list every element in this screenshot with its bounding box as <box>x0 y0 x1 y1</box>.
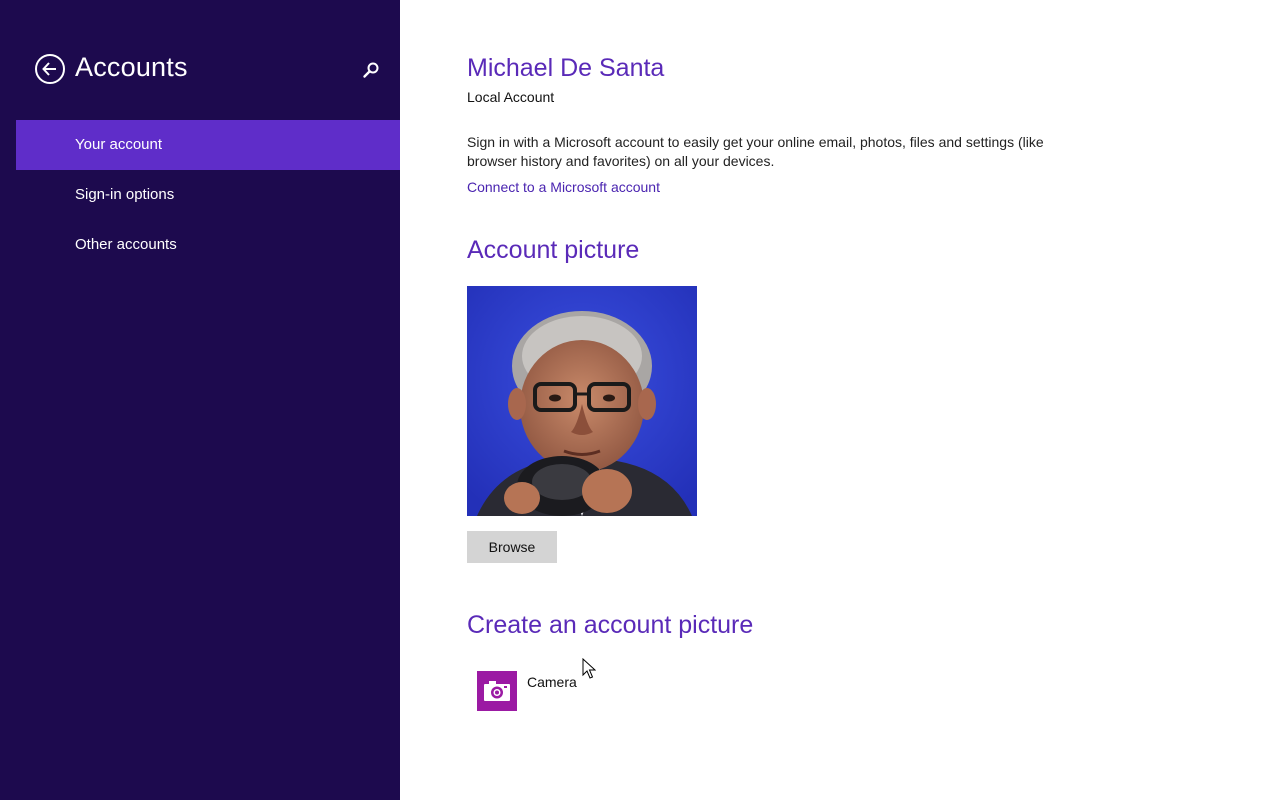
sidebar-item-label: Your account <box>75 136 163 153</box>
sidebar-nav: Your account Sign-in options Other accou… <box>16 120 400 270</box>
account-picture <box>467 286 697 516</box>
create-account-picture-heading: Create an account picture <box>467 611 754 639</box>
back-arrow-icon[interactable] <box>35 54 65 84</box>
camera-app-label[interactable]: Camera <box>527 674 577 690</box>
camera-icon <box>484 681 510 701</box>
sidebar-item-sign-in-options[interactable]: Sign-in options <box>16 170 400 220</box>
camera-app-tile[interactable] <box>477 671 517 711</box>
sidebar-item-label: Other accounts <box>75 236 177 253</box>
sidebar-item-your-account[interactable]: Your account <box>16 120 400 170</box>
account-picture-heading: Account picture <box>467 236 640 264</box>
main-content: Michael De Santa Local Account Sign in w… <box>467 0 1247 800</box>
account-description: Sign in with a Microsoft account to easi… <box>467 134 1044 169</box>
user-name: Michael De Santa <box>467 54 665 82</box>
account-type: Local Account <box>467 89 555 105</box>
search-icon[interactable] <box>361 60 381 80</box>
sidebar-item-label: Sign-in options <box>75 186 175 203</box>
connect-microsoft-account-link[interactable]: Connect to a Microsoft account <box>467 179 660 195</box>
sidebar-title: Accounts <box>75 52 188 82</box>
sidebar-item-other-accounts[interactable]: Other accounts <box>16 220 400 270</box>
sidebar: Accounts Your account Sign-in options Ot… <box>0 0 400 800</box>
browse-button[interactable]: Browse <box>467 531 557 563</box>
accounts-settings-window: Accounts Your account Sign-in options Ot… <box>0 0 1280 800</box>
